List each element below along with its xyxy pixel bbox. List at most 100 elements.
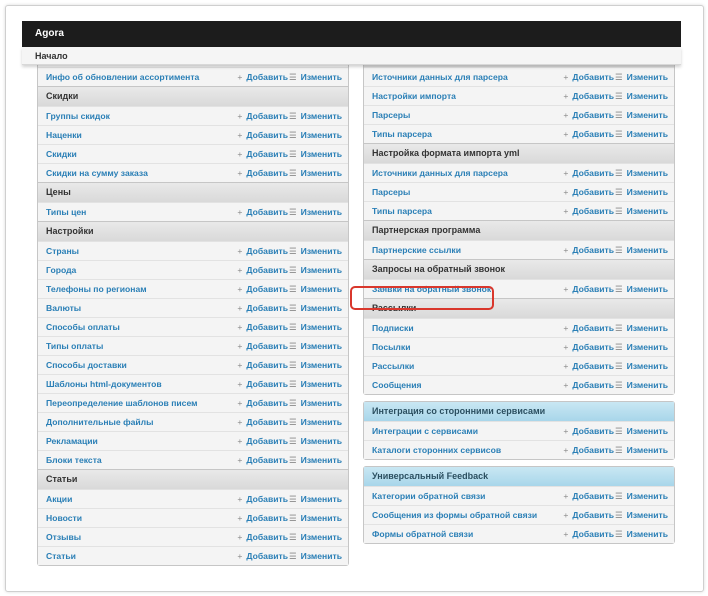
edit-link[interactable]: ☰ Изменить <box>289 299 342 318</box>
edit-link[interactable]: ☰ Изменить <box>615 106 668 125</box>
admin-link[interactable]: Телефоны по регионам <box>46 280 147 299</box>
admin-link[interactable]: Типы парсера <box>372 202 432 221</box>
edit-link[interactable]: ☰ Изменить <box>289 318 342 337</box>
add-link[interactable]: + Добавить <box>237 375 288 394</box>
admin-link[interactable]: Парсеры <box>372 183 410 202</box>
edit-link[interactable]: ☰ Изменить <box>289 280 342 299</box>
admin-link[interactable]: Интеграции с сервисами <box>372 422 478 441</box>
add-link[interactable]: + Добавить <box>563 357 614 376</box>
admin-link[interactable]: Каталоги сторонних сервисов <box>372 441 501 460</box>
add-link[interactable]: + Добавить <box>237 164 288 183</box>
add-link[interactable]: + Добавить <box>237 107 288 126</box>
edit-link[interactable]: ☰ Изменить <box>289 68 342 87</box>
add-link[interactable]: + Добавить <box>237 432 288 451</box>
edit-link[interactable]: ☰ Изменить <box>289 528 342 547</box>
admin-link[interactable]: Скидки на сумму заказа <box>46 164 148 183</box>
add-link[interactable]: + Добавить <box>563 506 614 525</box>
add-link[interactable]: + Добавить <box>563 125 614 144</box>
add-link[interactable]: + Добавить <box>563 87 614 106</box>
admin-link[interactable]: Шаблоны html-документов <box>46 375 162 394</box>
add-link[interactable]: + Добавить <box>237 547 288 566</box>
edit-link[interactable]: ☰ Изменить <box>615 87 668 106</box>
add-link[interactable]: + Добавить <box>237 261 288 280</box>
add-link[interactable]: + Добавить <box>563 106 614 125</box>
admin-link[interactable]: Наценки <box>46 126 82 145</box>
edit-link[interactable]: ☰ Изменить <box>615 338 668 357</box>
admin-link[interactable]: Формы обратной связи <box>372 525 473 544</box>
edit-link[interactable]: ☰ Изменить <box>615 164 668 183</box>
add-link[interactable]: + Добавить <box>563 422 614 441</box>
edit-link[interactable]: ☰ Изменить <box>615 376 668 395</box>
admin-link[interactable]: Источники данных для парсера <box>372 164 508 183</box>
add-link[interactable]: + Добавить <box>563 183 614 202</box>
admin-link[interactable]: Дополнительные файлы <box>46 413 153 432</box>
add-link[interactable]: + Добавить <box>563 241 614 260</box>
add-link[interactable]: + Добавить <box>237 356 288 375</box>
admin-link[interactable]: Блоки текста <box>46 451 102 470</box>
add-link[interactable]: + Добавить <box>237 126 288 145</box>
admin-link[interactable]: Города <box>46 261 76 280</box>
admin-link[interactable]: Типы цен <box>46 203 86 222</box>
add-link[interactable]: + Добавить <box>563 441 614 460</box>
edit-link[interactable]: ☰ Изменить <box>289 107 342 126</box>
edit-link[interactable]: ☰ Изменить <box>289 145 342 164</box>
admin-link[interactable]: Сообщения <box>372 376 422 395</box>
admin-link[interactable]: Страны <box>46 242 79 261</box>
edit-link[interactable]: ☰ Изменить <box>289 432 342 451</box>
edit-link[interactable]: ☰ Изменить <box>615 441 668 460</box>
edit-link[interactable]: ☰ Изменить <box>289 375 342 394</box>
edit-link[interactable]: ☰ Изменить <box>615 280 668 299</box>
admin-link[interactable]: Способы доставки <box>46 356 127 375</box>
admin-link[interactable]: Рассылки <box>372 357 414 376</box>
edit-link[interactable]: ☰ Изменить <box>289 490 342 509</box>
edit-link[interactable]: ☰ Изменить <box>289 413 342 432</box>
admin-link[interactable]: Новости <box>46 509 82 528</box>
breadcrumb-home[interactable]: Начало <box>35 51 68 61</box>
edit-link[interactable]: ☰ Изменить <box>615 319 668 338</box>
admin-link[interactable]: Типы оплаты <box>46 337 103 356</box>
admin-link[interactable]: Инфо об обновлении ассортимента <box>46 68 199 87</box>
admin-link[interactable]: Сообщения из формы обратной связи <box>372 506 537 525</box>
app-title[interactable]: Agora <box>35 28 64 39</box>
edit-link[interactable]: ☰ Изменить <box>289 242 342 261</box>
edit-link[interactable]: ☰ Изменить <box>289 394 342 413</box>
admin-link[interactable]: Валюты <box>46 299 81 318</box>
add-link[interactable]: + Добавить <box>237 490 288 509</box>
add-link[interactable]: + Добавить <box>563 525 614 544</box>
admin-link[interactable]: Категории обратной связи <box>372 487 485 506</box>
edit-link[interactable]: ☰ Изменить <box>615 525 668 544</box>
admin-link[interactable]: Скидки <box>46 145 77 164</box>
add-link[interactable]: + Добавить <box>237 451 288 470</box>
edit-link[interactable]: ☰ Изменить <box>615 506 668 525</box>
edit-link[interactable]: ☰ Изменить <box>289 356 342 375</box>
edit-link[interactable]: ☰ Изменить <box>615 241 668 260</box>
add-link[interactable]: + Добавить <box>237 413 288 432</box>
add-link[interactable]: + Добавить <box>563 487 614 506</box>
admin-link[interactable]: Партнерские ссылки <box>372 241 461 260</box>
admin-link[interactable]: Акции <box>46 490 72 509</box>
add-link[interactable]: + Добавить <box>563 280 614 299</box>
add-link[interactable]: + Добавить <box>237 68 288 87</box>
admin-link[interactable]: Подписки <box>372 319 414 338</box>
edit-link[interactable]: ☰ Изменить <box>615 422 668 441</box>
add-link[interactable]: + Добавить <box>237 394 288 413</box>
add-link[interactable]: + Добавить <box>237 528 288 547</box>
admin-link[interactable]: Настройки импорта <box>372 87 456 106</box>
admin-link[interactable]: Парсеры <box>372 106 410 125</box>
add-link[interactable]: + Добавить <box>237 280 288 299</box>
edit-link[interactable]: ☰ Изменить <box>289 337 342 356</box>
edit-link[interactable]: ☰ Изменить <box>289 451 342 470</box>
edit-link[interactable]: ☰ Изменить <box>615 125 668 144</box>
admin-link[interactable]: Источники данных для парсера <box>372 68 508 87</box>
add-link[interactable]: + Добавить <box>563 202 614 221</box>
admin-link[interactable]: Типы парсера <box>372 125 432 144</box>
edit-link[interactable]: ☰ Изменить <box>289 509 342 528</box>
edit-link[interactable]: ☰ Изменить <box>289 547 342 566</box>
admin-link[interactable]: Статьи <box>46 547 76 566</box>
add-link[interactable]: + Добавить <box>237 145 288 164</box>
admin-link[interactable]: Группы скидок <box>46 107 110 126</box>
add-link[interactable]: + Добавить <box>563 164 614 183</box>
admin-link[interactable]: Посылки <box>372 338 410 357</box>
add-link[interactable]: + Добавить <box>237 203 288 222</box>
add-link[interactable]: + Добавить <box>237 242 288 261</box>
